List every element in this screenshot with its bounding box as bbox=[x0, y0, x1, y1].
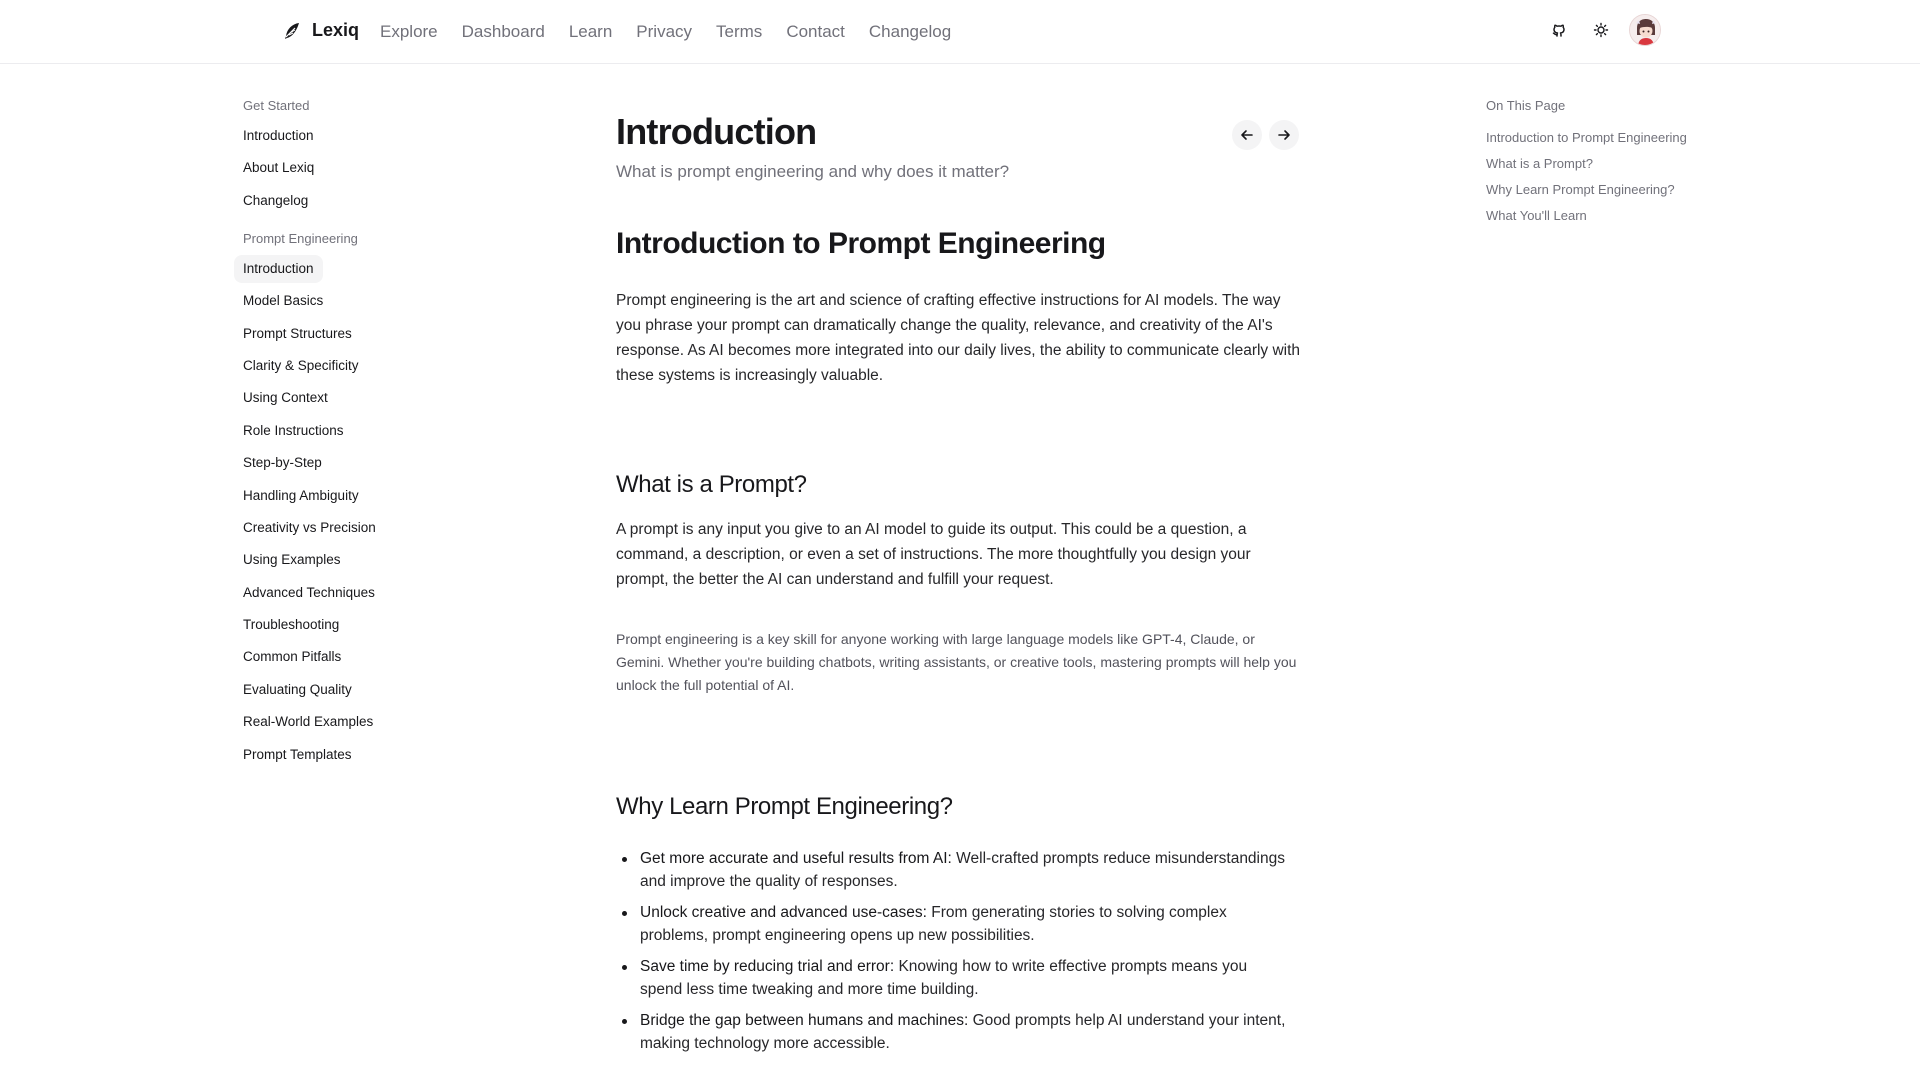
page-pager bbox=[1232, 120, 1299, 150]
list-item: Save time by reducing trial and error: K… bbox=[616, 955, 1286, 1001]
arrow-left-icon bbox=[1241, 130, 1253, 140]
paragraph-intro: Prompt engineering is the art and scienc… bbox=[616, 292, 1301, 384]
sidebar-item-evaluating-quality[interactable]: Evaluating Quality bbox=[234, 676, 361, 704]
paragraph-key-skill: Prompt engineering is a key skill for an… bbox=[616, 631, 1297, 693]
sidebar-item-role-instructions[interactable]: Role Instructions bbox=[234, 417, 353, 445]
main-nav: Explore Dashboard Learn Privacy Terms Co… bbox=[380, 22, 951, 42]
sidebar-item-step-by-step[interactable]: Step-by-Step bbox=[234, 449, 331, 477]
paragraph-what-is-prompt: A prompt is any input you give to an AI … bbox=[616, 521, 1251, 588]
nav-contact[interactable]: Contact bbox=[786, 22, 845, 42]
list-item-bold: Unlock creative and advanced use-cases: bbox=[640, 904, 927, 921]
toc-item-what-is-prompt[interactable]: What is a Prompt? bbox=[1486, 154, 1696, 173]
page-title: Introduction bbox=[616, 111, 817, 152]
top-header: Lexiq Explore Dashboard Learn Privacy Te… bbox=[0, 0, 1920, 64]
toc-item-intro-prompt-engineering[interactable]: Introduction to Prompt Engineering bbox=[1486, 128, 1696, 147]
nav-dashboard[interactable]: Dashboard bbox=[462, 22, 545, 42]
sidebar-item-real-world-examples[interactable]: Real-World Examples bbox=[234, 708, 382, 736]
why-learn-list: Get more accurate and useful results fro… bbox=[616, 847, 1286, 1063]
sidebar-group-title: Get Started bbox=[243, 98, 310, 113]
sidebar-item-clarity-specificity[interactable]: Clarity & Specificity bbox=[234, 352, 368, 380]
nav-explore[interactable]: Explore bbox=[380, 22, 438, 42]
sidebar-item-creativity-vs-precision[interactable]: Creativity vs Precision bbox=[234, 514, 385, 542]
previous-page-button[interactable] bbox=[1232, 120, 1262, 150]
sidebar-item-using-examples[interactable]: Using Examples bbox=[234, 546, 350, 574]
page-subtitle: What is prompt engineering and why does … bbox=[616, 162, 1010, 181]
toc-title: On This Page bbox=[1486, 98, 1566, 113]
toc-item-why-learn[interactable]: Why Learn Prompt Engineering? bbox=[1486, 180, 1696, 199]
list-item-bold: Save time by reducing trial and error: bbox=[640, 958, 895, 975]
sidebar-group-title: Prompt Engineering bbox=[243, 230, 358, 246]
list-item-bold: Bridge the gap between humans and machin… bbox=[640, 1012, 969, 1029]
sidebar-item-changelog[interactable]: Changelog bbox=[234, 187, 317, 215]
github-icon[interactable] bbox=[1545, 16, 1573, 44]
nav-terms[interactable]: Terms bbox=[716, 22, 762, 42]
header-actions bbox=[1545, 14, 1661, 46]
left-sidebar: Get Started Introduction About Lexiq Cha… bbox=[234, 96, 435, 783]
sidebar-item-prompt-structures[interactable]: Prompt Structures bbox=[234, 320, 361, 348]
list-item-bold: Get more accurate and useful results fro… bbox=[640, 850, 952, 867]
sidebar-item-handling-ambiguity[interactable]: Handling Ambiguity bbox=[234, 482, 368, 510]
list-item: Get more accurate and useful results fro… bbox=[616, 847, 1286, 893]
sidebar-item-common-pitfalls[interactable]: Common Pitfalls bbox=[234, 643, 350, 671]
arrow-right-icon bbox=[1278, 130, 1290, 140]
sidebar-group-prompt-engineering: Prompt Engineering Introduction Model Ba… bbox=[234, 229, 435, 769]
sidebar-item-introduction-active[interactable]: Introduction bbox=[234, 254, 323, 283]
feather-logo-icon bbox=[282, 21, 302, 41]
sidebar-item-advanced-techniques[interactable]: Advanced Techniques bbox=[234, 579, 384, 607]
nav-changelog[interactable]: Changelog bbox=[869, 22, 951, 42]
sidebar-item-model-basics[interactable]: Model Basics bbox=[234, 287, 332, 315]
brand[interactable]: Lexiq bbox=[282, 20, 359, 41]
sun-icon[interactable] bbox=[1587, 16, 1615, 44]
toc-item-what-youll-learn[interactable]: What You'll Learn bbox=[1486, 206, 1696, 225]
sidebar-item-about-lexiq[interactable]: About Lexiq bbox=[234, 154, 323, 182]
brand-name: Lexiq bbox=[312, 20, 360, 40]
next-page-button[interactable] bbox=[1269, 120, 1299, 150]
section-heading-what-is-prompt: What is a Prompt? bbox=[616, 471, 807, 498]
list-item: Unlock creative and advanced use-cases: … bbox=[616, 901, 1286, 947]
list-item: Bridge the gap between humans and machin… bbox=[616, 1009, 1286, 1055]
section-heading-why-learn: Why Learn Prompt Engineering? bbox=[616, 793, 953, 820]
sidebar-item-using-context[interactable]: Using Context bbox=[234, 384, 337, 412]
sidebar-item-troubleshooting[interactable]: Troubleshooting bbox=[234, 611, 348, 639]
nav-learn[interactable]: Learn bbox=[569, 22, 612, 42]
on-this-page-toc: On This Page Introduction to Prompt Engi… bbox=[1486, 96, 1696, 232]
section-heading-intro: Introduction to Prompt Engineering bbox=[616, 227, 1106, 260]
sidebar-item-introduction[interactable]: Introduction bbox=[234, 122, 323, 150]
sidebar-item-prompt-templates[interactable]: Prompt Templates bbox=[234, 741, 361, 769]
sidebar-group-get-started: Get Started Introduction About Lexiq Cha… bbox=[235, 96, 435, 215]
avatar[interactable] bbox=[1629, 14, 1661, 46]
page-header: Introduction What is prompt engineering … bbox=[616, 108, 1300, 184]
nav-privacy[interactable]: Privacy bbox=[636, 22, 692, 42]
